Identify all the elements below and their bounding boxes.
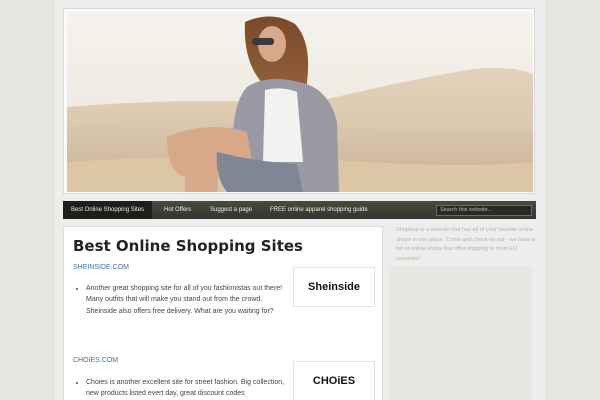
sidebar-intro-text: Shoptrap is a website that has all of yo… bbox=[396, 227, 535, 262]
hero-image bbox=[67, 12, 533, 192]
sidebar-widget-area bbox=[389, 266, 532, 400]
nav-item-best-online-shopping-sites[interactable]: Best Online Shopping Sites bbox=[63, 201, 153, 219]
choies-logo-text: CHOiES bbox=[312, 375, 356, 387]
nav-item-free-apparel-guide[interactable]: FREE online apparel shopping guide bbox=[262, 201, 376, 219]
site-link-choies[interactable]: CHOIES.COM bbox=[73, 357, 118, 364]
site-description-choies: Choies is another excellent site for str… bbox=[73, 377, 288, 400]
list-item: Another great shopping site for all of y… bbox=[86, 283, 288, 317]
site-link-sheinside[interactable]: SHEINSIDE.COM bbox=[73, 264, 129, 271]
nav-item-hot-offers[interactable]: Hot Offers bbox=[156, 201, 199, 219]
site-description-sheinside: Another great shopping site for all of y… bbox=[73, 283, 288, 317]
list-item: Choies is another excellent site for str… bbox=[86, 377, 288, 400]
nav-item-suggest-a-page[interactable]: Suggest a page bbox=[202, 201, 260, 219]
page-title: Best Online Shopping Sites bbox=[73, 237, 303, 255]
main-content: Best Online Shopping Sites SHEINSIDE.COM… bbox=[63, 226, 383, 400]
hero-photo bbox=[67, 12, 533, 192]
sheinside-logo[interactable]: Sheinside bbox=[293, 267, 375, 307]
sheinside-logo-text: Sheinside bbox=[308, 281, 360, 293]
choies-logo[interactable]: CHOiES bbox=[293, 361, 375, 400]
header-banner bbox=[63, 8, 535, 194]
search-input[interactable]: Search this website... bbox=[436, 205, 532, 216]
